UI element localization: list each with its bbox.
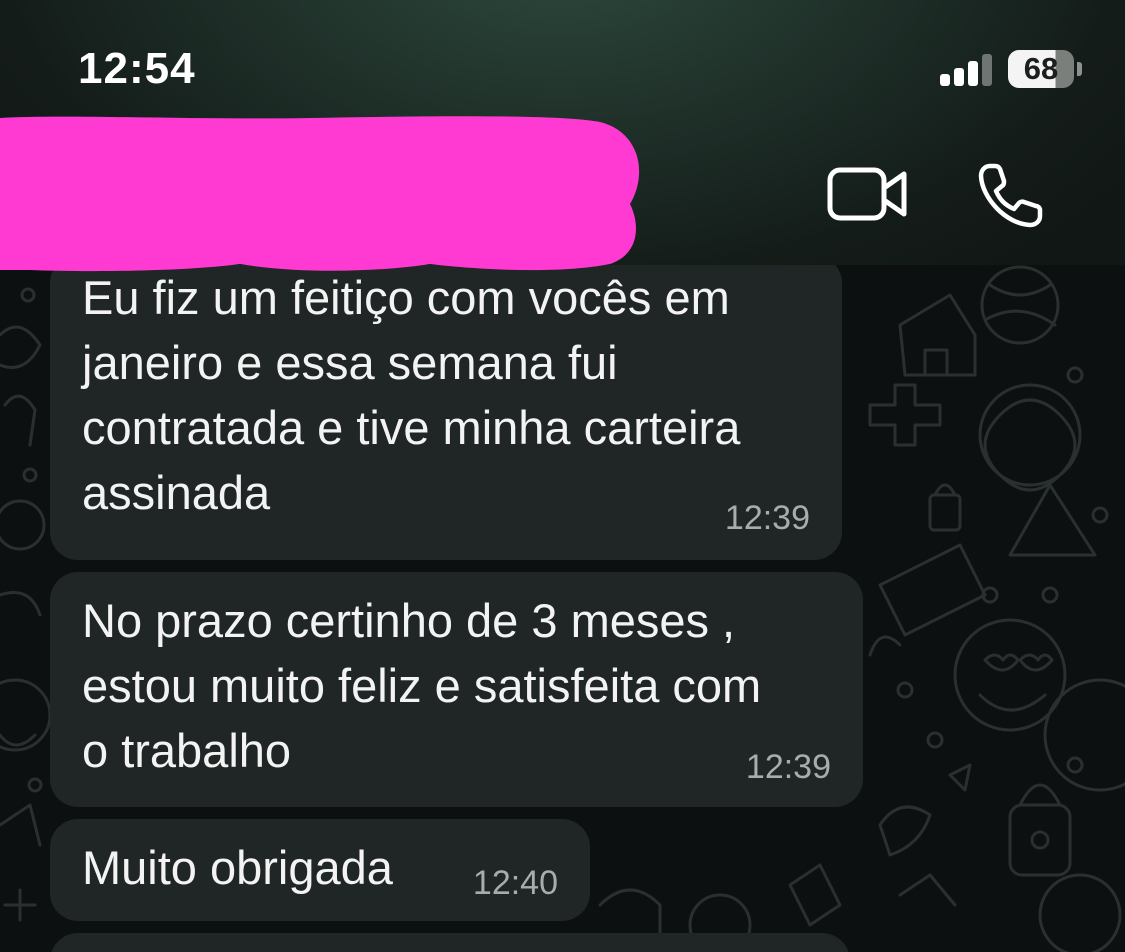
battery-icon: 68 bbox=[1008, 50, 1074, 88]
message-text: Eu fiz um feitiço com vocês em janeiro e… bbox=[82, 271, 741, 519]
video-camera-icon bbox=[827, 167, 907, 221]
message-text: Muito obrigada bbox=[82, 841, 393, 894]
message-bubble[interactable]: No prazo certinho de 3 meses , estou mui… bbox=[50, 572, 863, 807]
message-bubble[interactable]: Muito obrigada 12:40 bbox=[50, 819, 590, 921]
chat-screen: 12:54 68 Eu fiz um feitiço com vocês em … bbox=[0, 0, 1125, 952]
message-timestamp: 12:39 bbox=[745, 748, 831, 786]
message-text: No prazo certinho de 3 meses , estou mui… bbox=[82, 594, 762, 777]
redacted-contact-name[interactable] bbox=[0, 114, 645, 274]
message-timestamp: 12:40 bbox=[472, 864, 558, 902]
cellular-signal-icon bbox=[940, 54, 992, 86]
voice-call-button[interactable] bbox=[976, 160, 1046, 230]
status-bar-time: 12:54 bbox=[78, 44, 196, 93]
video-call-button[interactable] bbox=[826, 164, 910, 224]
message-list[interactable]: Eu fiz um feitiço com vocês em janeiro e… bbox=[0, 265, 1125, 952]
chat-header: 12:54 68 bbox=[0, 0, 1125, 272]
battery-tip bbox=[1077, 62, 1082, 76]
message-timestamp: 12:39 bbox=[724, 499, 810, 537]
phone-icon bbox=[978, 163, 1043, 228]
message-bubble-partial[interactable] bbox=[50, 933, 850, 952]
battery-level: 68 bbox=[1023, 51, 1059, 86]
message-bubble[interactable]: Eu fiz um feitiço com vocês em janeiro e… bbox=[50, 265, 842, 560]
